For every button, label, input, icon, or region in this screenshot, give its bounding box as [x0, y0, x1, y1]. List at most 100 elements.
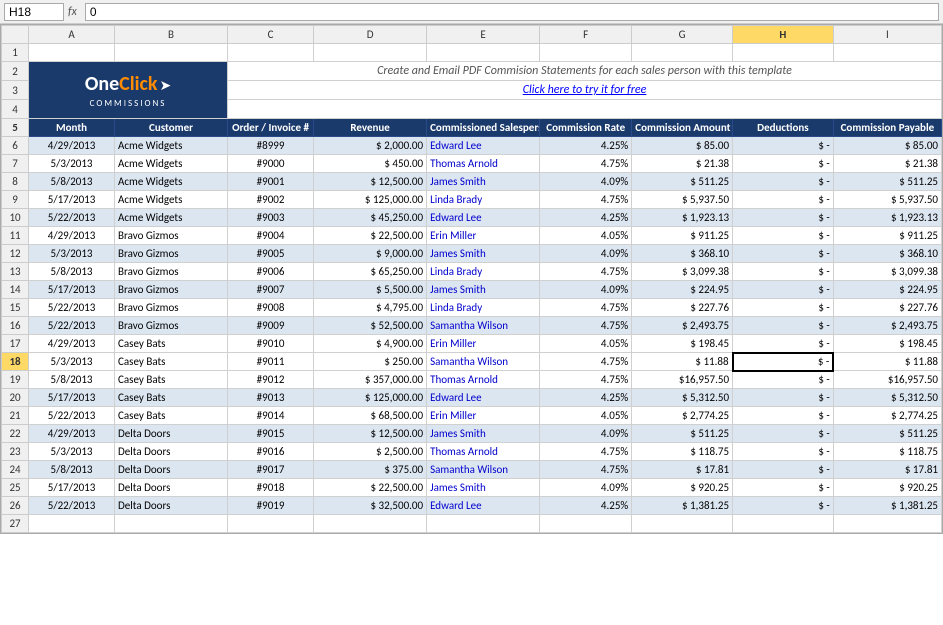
cell-payable[interactable]: $ 511.25 [833, 173, 941, 191]
cell-salesperson[interactable]: Linda Brady [427, 299, 540, 317]
cell-payable[interactable]: $ 368.10 [833, 245, 941, 263]
cell-customer[interactable]: Casey Bats [115, 335, 228, 353]
cell-month[interactable]: 4/29/2013 [29, 137, 115, 155]
cell-deductions[interactable]: $ - [733, 389, 834, 407]
cell-rate[interactable]: 4.75% [540, 371, 632, 389]
cell-c1[interactable] [228, 44, 314, 62]
cell-customer[interactable]: Casey Bats [115, 389, 228, 407]
cell-order[interactable]: #9000 [228, 155, 314, 173]
cell-e1[interactable] [427, 44, 540, 62]
cell-payable[interactable]: $ 5,312.50 [833, 389, 941, 407]
col-a-header[interactable]: A [29, 26, 115, 44]
cell-rate[interactable]: 4.75% [540, 191, 632, 209]
cell-amount[interactable] [632, 515, 733, 533]
cell-order[interactable]: #9005 [228, 245, 314, 263]
cell-deductions[interactable]: $ - [733, 317, 834, 335]
cell-revenue[interactable]: $ 22,500.00 [314, 479, 427, 497]
cell-month[interactable]: 5/8/2013 [29, 173, 115, 191]
cell-revenue[interactable]: $ 4,795.00 [314, 299, 427, 317]
cell-payable[interactable]: $16,957.50 [833, 371, 941, 389]
cell-payable[interactable]: $ 920.25 [833, 479, 941, 497]
cell-month[interactable]: 5/22/2013 [29, 209, 115, 227]
cell-deductions[interactable]: $ - [733, 443, 834, 461]
cell-customer[interactable]: Casey Bats [115, 371, 228, 389]
cell-revenue[interactable]: $ 4,900.00 [314, 335, 427, 353]
cell-amount[interactable]: $ 11.88 [632, 353, 733, 371]
cell-reference[interactable]: H18 [4, 3, 64, 21]
cell-customer[interactable]: Bravo Gizmos [115, 263, 228, 281]
cell-amount[interactable]: $ 911.25 [632, 227, 733, 245]
cell-payable[interactable]: $ 11.88 [833, 353, 941, 371]
cell-salesperson[interactable]: Erin Miller [427, 407, 540, 425]
col-d-header[interactable]: D [314, 26, 427, 44]
cell-month[interactable]: 5/3/2013 [29, 155, 115, 173]
cell-deductions[interactable]: $ - [733, 461, 834, 479]
cell-amount[interactable]: $ 1,923.13 [632, 209, 733, 227]
cell-order[interactable]: #8999 [228, 137, 314, 155]
cell-revenue[interactable]: $ 45,250.00 [314, 209, 427, 227]
cell-salesperson[interactable]: Edward Lee [427, 497, 540, 515]
cell-payable[interactable]: $ 911.25 [833, 227, 941, 245]
cell-salesperson[interactable]: Thomas Arnold [427, 371, 540, 389]
cell-salesperson[interactable]: Edward Lee [427, 209, 540, 227]
cell-month[interactable]: 5/8/2013 [29, 371, 115, 389]
cell-amount[interactable]: $ 5,937.50 [632, 191, 733, 209]
cell-order[interactable]: #9016 [228, 443, 314, 461]
cell-rate[interactable]: 4.75% [540, 299, 632, 317]
formula-input[interactable]: 0 [85, 3, 939, 21]
cell-order[interactable]: #9018 [228, 479, 314, 497]
cell-revenue[interactable]: $ 9,000.00 [314, 245, 427, 263]
cell-revenue[interactable]: $ 2,000.00 [314, 137, 427, 155]
cell-salesperson[interactable]: James Smith [427, 479, 540, 497]
cell-amount[interactable]: $ 3,099.38 [632, 263, 733, 281]
cell-payable[interactable]: $ 224.95 [833, 281, 941, 299]
cell-month[interactable]: 5/17/2013 [29, 479, 115, 497]
cell-month[interactable]: 5/22/2013 [29, 317, 115, 335]
cell-revenue[interactable]: $ 68,500.00 [314, 407, 427, 425]
cell-amount[interactable]: $16,957.50 [632, 371, 733, 389]
cell-order[interactable]: #9014 [228, 407, 314, 425]
cell-revenue[interactable]: $ 357,000.00 [314, 371, 427, 389]
cell-rate[interactable]: 4.09% [540, 281, 632, 299]
cell-deductions[interactable]: $ - [733, 353, 834, 371]
cell-salesperson[interactable] [427, 515, 540, 533]
cell-revenue[interactable]: $ 12,500.00 [314, 173, 427, 191]
cell-revenue[interactable]: $ 2,500.00 [314, 443, 427, 461]
cell-month[interactable]: 5/17/2013 [29, 281, 115, 299]
cell-payable[interactable]: $ 227.76 [833, 299, 941, 317]
cell-amount[interactable]: $ 17.81 [632, 461, 733, 479]
cell-month[interactable]: 5/3/2013 [29, 353, 115, 371]
cell-customer[interactable]: Acme Widgets [115, 209, 228, 227]
col-b-header[interactable]: B [115, 26, 228, 44]
cell-deductions[interactable]: $ - [733, 227, 834, 245]
cell-amount[interactable]: $ 920.25 [632, 479, 733, 497]
cell-revenue[interactable]: $ 52,500.00 [314, 317, 427, 335]
cell-payable[interactable]: $ 1,923.13 [833, 209, 941, 227]
cell-salesperson[interactable]: James Smith [427, 173, 540, 191]
cell-customer[interactable]: Acme Widgets [115, 173, 228, 191]
cell-rate[interactable]: 4.25% [540, 137, 632, 155]
cell-deductions[interactable] [733, 515, 834, 533]
promo-link-cell[interactable]: Click here to try it for free [228, 81, 942, 100]
cell-rate[interactable]: 4.09% [540, 245, 632, 263]
cell-order[interactable]: #9013 [228, 389, 314, 407]
cell-rate[interactable]: 4.25% [540, 209, 632, 227]
cell-b1[interactable] [115, 44, 228, 62]
cell-deductions[interactable]: $ - [733, 371, 834, 389]
cell-deductions[interactable]: $ - [733, 479, 834, 497]
cell-rate[interactable]: 4.09% [540, 425, 632, 443]
col-c-header[interactable]: C [228, 26, 314, 44]
cell-month[interactable]: 5/22/2013 [29, 407, 115, 425]
cell-i1[interactable] [833, 44, 941, 62]
promo-link[interactable]: Click here to try it for free [523, 83, 647, 97]
col-e-header[interactable]: E [427, 26, 540, 44]
cell-customer[interactable]: Casey Bats [115, 407, 228, 425]
cell-customer[interactable]: Acme Widgets [115, 191, 228, 209]
cell-revenue[interactable]: $ 65,250.00 [314, 263, 427, 281]
cell-customer[interactable]: Bravo Gizmos [115, 317, 228, 335]
cell-rate[interactable]: 4.75% [540, 263, 632, 281]
cell-customer[interactable]: Delta Doors [115, 497, 228, 515]
cell-customer[interactable]: Delta Doors [115, 479, 228, 497]
cell-amount[interactable]: $ 2,493.75 [632, 317, 733, 335]
cell-deductions[interactable]: $ - [733, 245, 834, 263]
